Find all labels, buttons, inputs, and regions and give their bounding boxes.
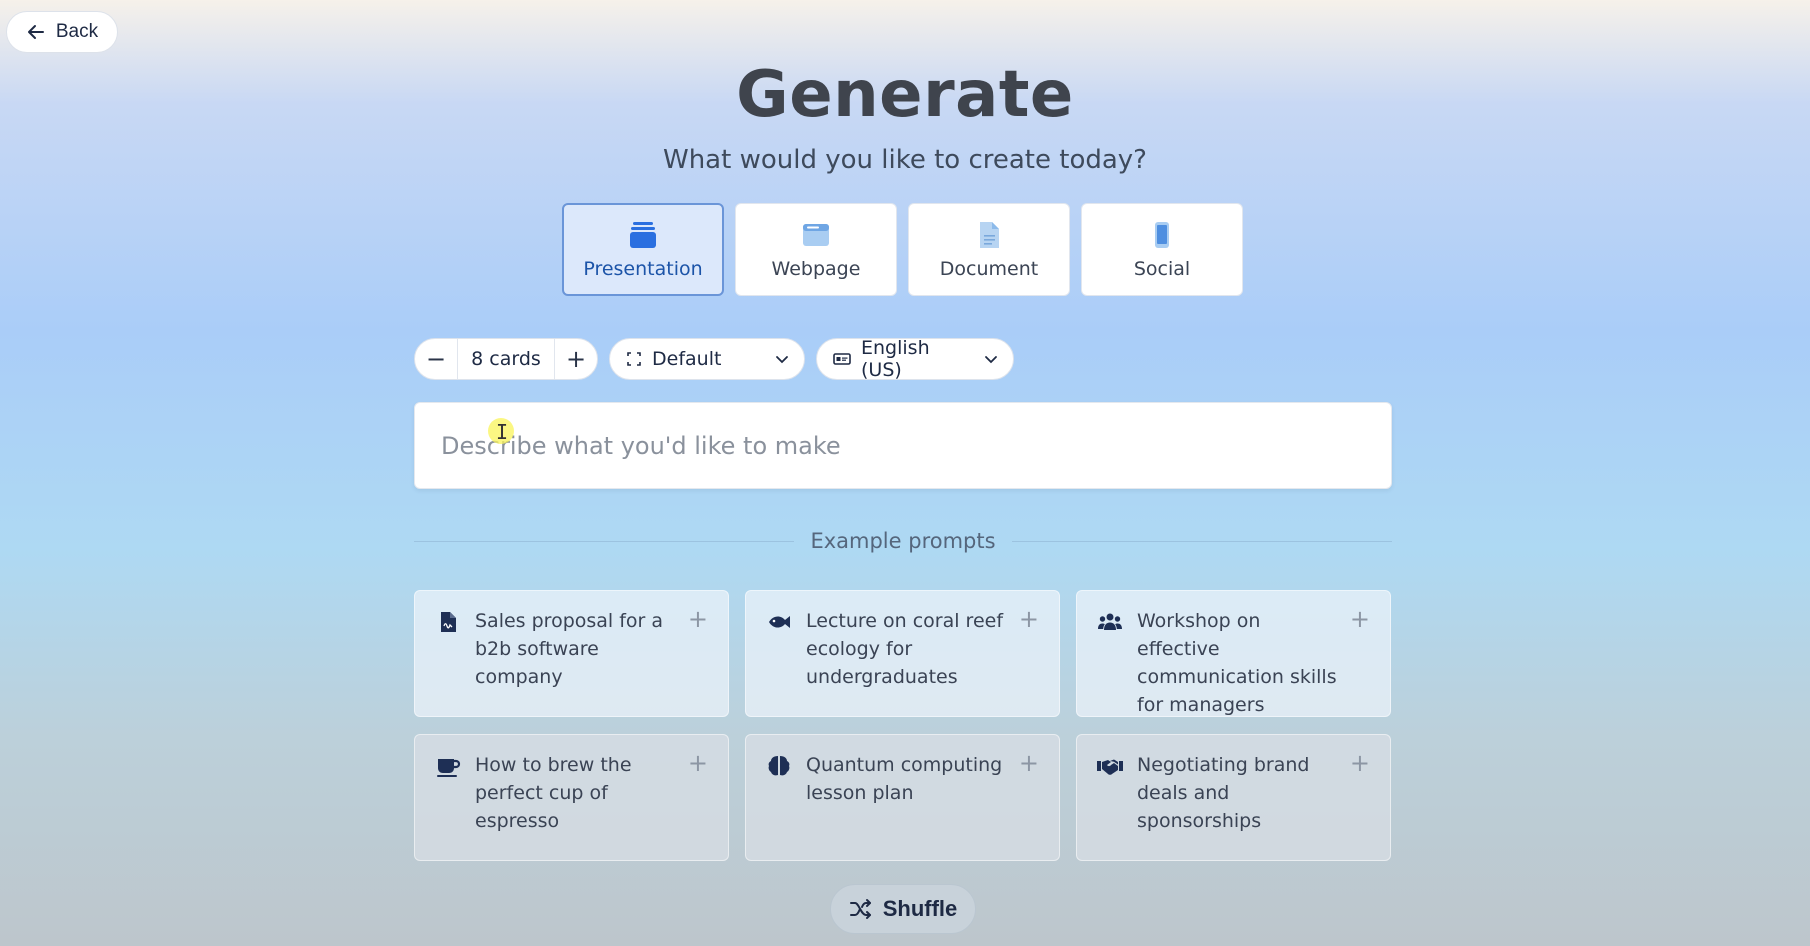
example-prompts-divider: Example prompts [414, 527, 1392, 555]
users-icon [1098, 613, 1122, 630]
add-prompt-button[interactable]: + [1019, 749, 1039, 777]
example-prompt-card[interactable]: Negotiating brand deals and sponsorships… [1076, 734, 1391, 861]
example-prompts-heading: Example prompts [810, 529, 996, 553]
language-select[interactable]: English (US) [816, 337, 1014, 381]
phone-icon [1155, 221, 1169, 248]
page-subtitle: What would you like to create today? [663, 145, 1147, 175]
type-label: Social [1133, 257, 1191, 280]
type-label: Webpage [771, 257, 861, 280]
handshake-icon [1097, 759, 1123, 775]
format-select[interactable]: Default [609, 338, 805, 380]
arrow-left-icon [27, 25, 44, 39]
document-icon [980, 221, 999, 248]
example-prompt-text: How to brew the perfect cup of espresso [475, 754, 632, 832]
example-prompt-text: Workshop on effective communication skil… [1137, 610, 1337, 716]
add-prompt-button[interactable]: + [1019, 605, 1039, 633]
example-prompt-text: Quantum computing lesson plan [806, 754, 1003, 804]
chevron-down-icon [776, 356, 788, 364]
language-value: English (US) [861, 337, 930, 381]
expand-icon [627, 352, 641, 366]
brain-icon [768, 756, 790, 776]
decrement-button[interactable]: − [415, 339, 457, 379]
presentation-icon [630, 221, 656, 248]
add-prompt-button[interactable]: + [688, 749, 708, 777]
file-signature-icon [441, 612, 456, 632]
back-button[interactable]: Back [6, 11, 118, 53]
chevron-down-icon [985, 356, 997, 364]
add-prompt-button[interactable]: + [688, 605, 708, 633]
fish-icon [769, 616, 790, 628]
example-prompt-card[interactable]: Workshop on effective communication skil… [1076, 590, 1391, 717]
type-social[interactable]: Social [1081, 203, 1243, 296]
divider-line [414, 540, 795, 542]
coffee-cup-icon [437, 759, 461, 777]
example-prompt-text: Negotiating brand deals and sponsorships [1137, 754, 1310, 832]
webpage-icon [803, 223, 829, 246]
card-count: 8 cards [457, 339, 555, 379]
generation-controls: − 8 cards + Default English (US) [414, 337, 1014, 381]
example-prompt-text: Sales proposal for a b2b software compan… [475, 610, 664, 688]
type-presentation[interactable]: Presentation [562, 203, 724, 296]
shuffle-icon [849, 899, 871, 919]
example-prompt-card[interactable]: Quantum computing lesson plan + [745, 734, 1060, 861]
card-count-stepper: − 8 cards + [414, 338, 598, 380]
add-prompt-button[interactable]: + [1350, 605, 1370, 633]
increment-button[interactable]: + [555, 339, 597, 379]
shuffle-button[interactable]: Shuffle [830, 884, 976, 934]
prompt-input[interactable] [415, 403, 1391, 488]
example-prompts-grid: Sales proposal for a b2b software compan… [414, 590, 1392, 861]
example-prompt-card[interactable]: How to brew the perfect cup of espresso … [414, 734, 729, 861]
type-webpage[interactable]: Webpage [735, 203, 897, 296]
prompt-field-container [414, 402, 1392, 489]
example-prompt-card[interactable]: Sales proposal for a b2b software compan… [414, 590, 729, 717]
page-title: Generate [736, 58, 1074, 132]
type-document[interactable]: Document [908, 203, 1070, 296]
format-value: Default [652, 348, 722, 370]
shuffle-label: Shuffle [882, 896, 958, 921]
back-label: Back [55, 21, 99, 42]
type-label: Document [939, 257, 1039, 280]
language-icon [833, 353, 851, 365]
type-label: Presentation [583, 257, 703, 280]
add-prompt-button[interactable]: + [1350, 749, 1370, 777]
example-prompt-text: Lecture on coral reef ecology for underg… [806, 610, 1004, 688]
text-cursor-icon: I [496, 420, 509, 444]
example-prompt-card[interactable]: Lecture on coral reef ecology for underg… [745, 590, 1060, 717]
divider-line [1011, 540, 1392, 542]
content-type-selector: Presentation Webpage Document Social [562, 203, 1243, 296]
